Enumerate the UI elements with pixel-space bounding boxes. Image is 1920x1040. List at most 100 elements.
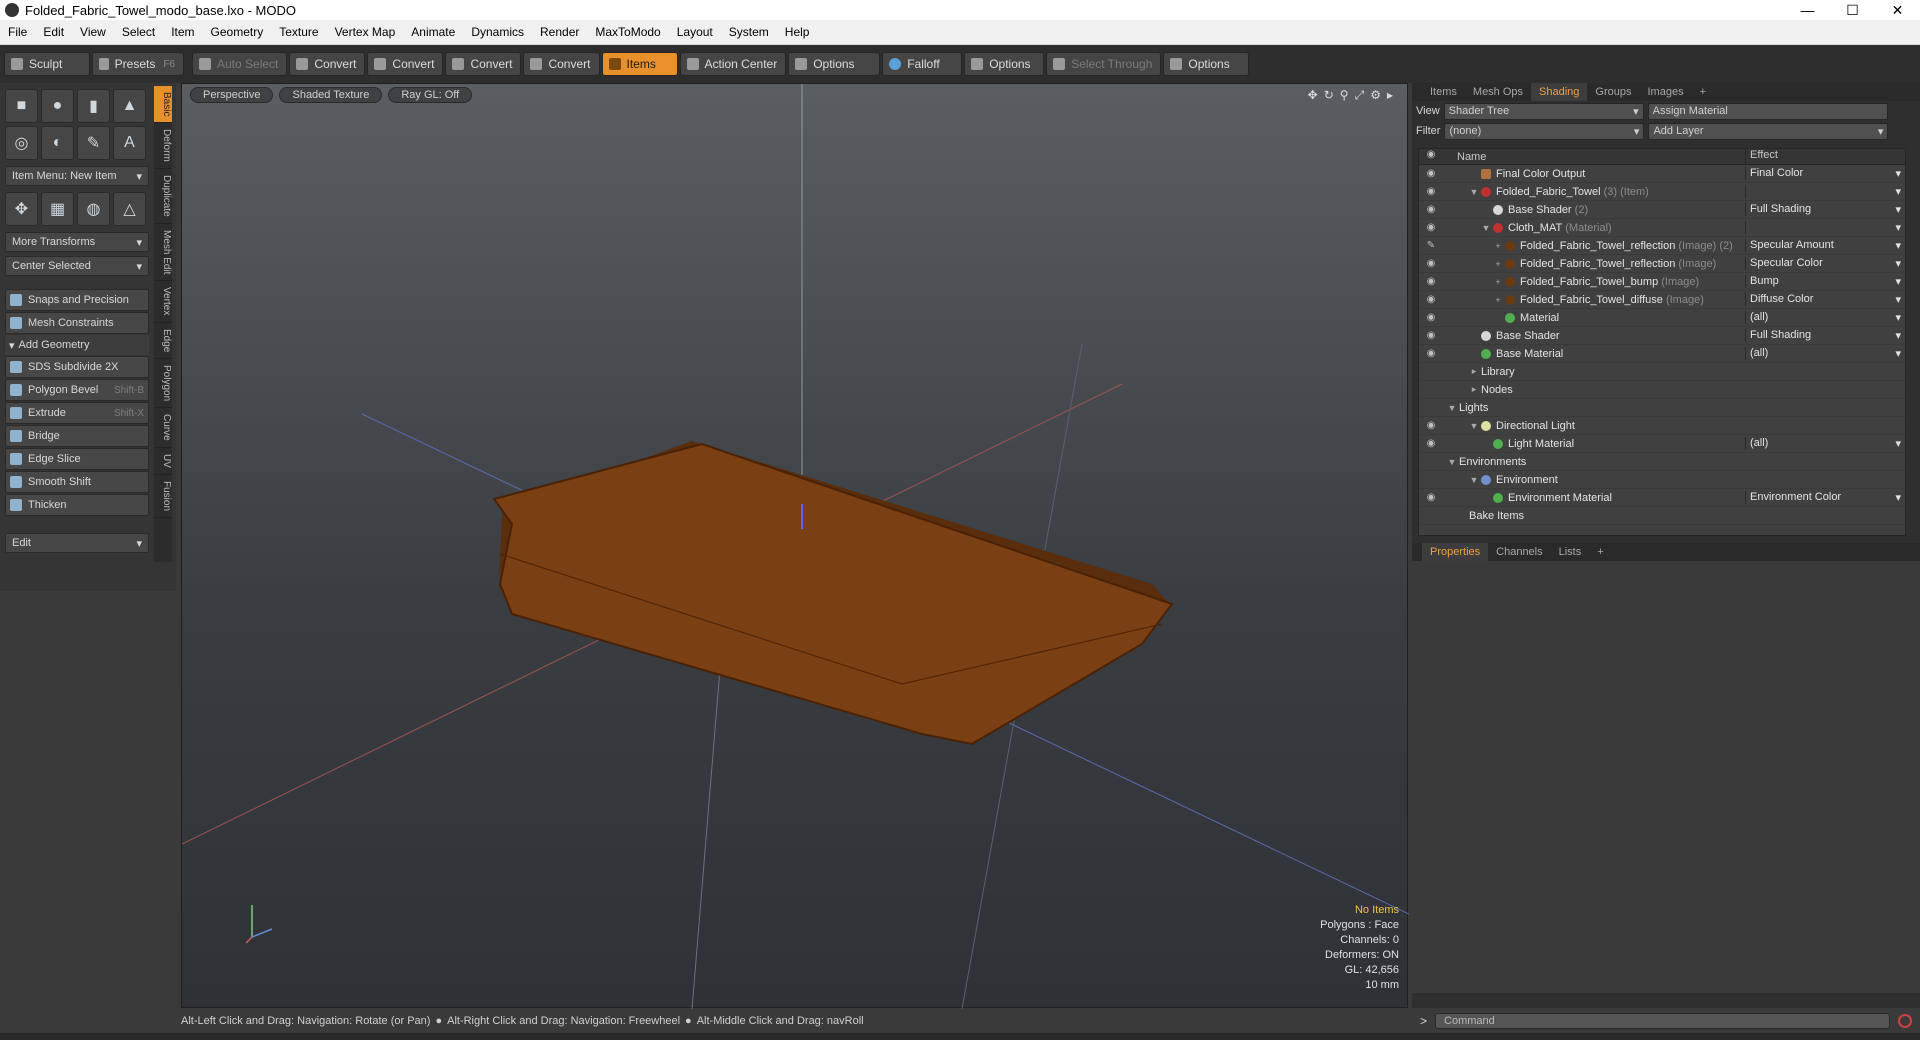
- tab-edge[interactable]: Edge: [154, 323, 172, 360]
- action-center-button[interactable]: Action Center: [679, 52, 787, 76]
- eye-icon[interactable]: ◉: [1419, 276, 1443, 287]
- eye-icon[interactable]: ◉: [1419, 348, 1443, 359]
- gear-icon[interactable]: ⚙: [1370, 88, 1381, 103]
- chevron-down-icon[interactable]: ▾: [1895, 221, 1901, 234]
- view-select[interactable]: Shader Tree ▾: [1443, 102, 1644, 120]
- tab-properties[interactable]: Properties: [1422, 543, 1489, 561]
- sds-subdivide-button[interactable]: SDS Subdivide 2X: [5, 356, 149, 378]
- plus-expand-icon[interactable]: +: [1493, 277, 1503, 287]
- zoom-icon[interactable]: ⚲: [1340, 88, 1349, 103]
- extrude-button[interactable]: Extrude Shift-X: [5, 402, 149, 424]
- menu-view[interactable]: View: [72, 25, 114, 39]
- more-transforms-dropdown[interactable]: More Transforms ▾: [5, 232, 149, 252]
- chevron-down-icon[interactable]: ▾: [1895, 203, 1901, 216]
- table-row[interactable]: ▼ Lights: [1419, 399, 1905, 417]
- edit-dropdown[interactable]: Edit ▾: [5, 533, 149, 553]
- pan-icon[interactable]: ✥: [1308, 88, 1318, 103]
- edge-slice-button[interactable]: Edge Slice: [5, 448, 149, 470]
- chevron-down-icon[interactable]: ▾: [1895, 347, 1901, 360]
- globe-icon[interactable]: ◍: [77, 192, 110, 226]
- expand-arrow-icon[interactable]: ▼: [1447, 403, 1457, 413]
- expand-arrow-icon[interactable]: ▼: [1481, 223, 1491, 233]
- auto-select-button[interactable]: Auto Select: [192, 52, 288, 76]
- tab-fusion[interactable]: Fusion: [154, 475, 172, 518]
- eye-icon[interactable]: ◉: [1419, 258, 1443, 269]
- rotate-icon[interactable]: ↻: [1324, 88, 1334, 103]
- menu-system[interactable]: System: [721, 25, 777, 39]
- tab-basic[interactable]: Basic: [154, 86, 172, 124]
- folder-arrow-icon[interactable]: ▸: [1469, 366, 1479, 377]
- grid-icon[interactable]: ▦: [41, 192, 74, 226]
- plus-expand-icon[interactable]: +: [1493, 295, 1503, 305]
- eye-icon[interactable]: ◉: [1419, 438, 1443, 449]
- convert-vertices-button[interactable]: Convert: [289, 52, 366, 76]
- eye-icon[interactable]: ◉: [1419, 492, 1443, 503]
- convert-edges-button[interactable]: Convert: [367, 52, 444, 76]
- chevron-down-icon[interactable]: ▾: [1895, 437, 1901, 450]
- table-row[interactable]: ◉ ▼ Folded_Fabric_Towel (3) (Item) ▾: [1419, 183, 1905, 201]
- tab-deform[interactable]: Deform: [154, 123, 172, 170]
- table-row[interactable]: ◉ Base Shader Full Shading ▾: [1419, 327, 1905, 345]
- table-row[interactable]: ▸ Library: [1419, 363, 1905, 381]
- eye-icon[interactable]: ◉: [1419, 312, 1443, 323]
- table-row[interactable]: ◉ Final Color Output Final Color ▾: [1419, 165, 1905, 183]
- chevron-down-icon[interactable]: ▾: [1895, 311, 1901, 324]
- chevron-down-icon[interactable]: ▾: [1895, 275, 1901, 288]
- smooth-shift-button[interactable]: Smooth Shift: [5, 471, 149, 493]
- eye-icon[interactable]: ◉: [1419, 420, 1443, 431]
- close-button[interactable]: ✕: [1875, 0, 1920, 20]
- tab-mesh-edit[interactable]: Mesh Edit: [154, 224, 172, 282]
- falloff-options-button[interactable]: Options: [964, 52, 1045, 76]
- transform-icon[interactable]: ✥: [5, 192, 38, 226]
- thicken-button[interactable]: Thicken: [5, 494, 149, 516]
- shading-mode-button[interactable]: Shaded Texture: [279, 87, 383, 103]
- tab-polygon[interactable]: Polygon: [154, 359, 172, 409]
- table-row[interactable]: ◉ Environment Material Environment Color ▾: [1419, 489, 1905, 507]
- select-through-button[interactable]: Select Through: [1046, 52, 1162, 76]
- menu-layout[interactable]: Layout: [669, 25, 721, 39]
- tab-channels[interactable]: Channels: [1488, 543, 1550, 561]
- chevron-down-icon[interactable]: ▾: [1895, 329, 1901, 342]
- tab-images[interactable]: Images: [1640, 83, 1692, 101]
- table-row[interactable]: ◉ Base Material (all) ▾: [1419, 345, 1905, 363]
- record-icon[interactable]: [1898, 1014, 1913, 1028]
- table-row[interactable]: ◉ + Folded_Fabric_Towel_reflection (Image)…: [1419, 255, 1905, 273]
- menu-render[interactable]: Render: [532, 25, 587, 39]
- presets-button[interactable]: Presets F6: [92, 52, 184, 76]
- table-row[interactable]: ◉ Material (all) ▾: [1419, 309, 1905, 327]
- table-row[interactable]: ▼ Environments: [1419, 453, 1905, 471]
- pyramid-icon[interactable]: △: [113, 192, 146, 226]
- capsule-icon[interactable]: ◐: [41, 126, 74, 160]
- items-mode-button[interactable]: Items: [601, 52, 678, 76]
- tab-vertex[interactable]: Vertex: [154, 281, 172, 323]
- mesh-constraints-button[interactable]: Mesh Constraints: [5, 312, 149, 334]
- text-icon[interactable]: A: [113, 126, 146, 160]
- cube-icon[interactable]: ■: [5, 89, 38, 123]
- tab-duplicate[interactable]: Duplicate: [154, 169, 172, 224]
- snaps-precision-button[interactable]: Snaps and Precision: [5, 289, 149, 311]
- perspective-button[interactable]: Perspective: [190, 87, 274, 103]
- add-geometry-section[interactable]: ▾ Add Geometry: [5, 335, 149, 355]
- add-layer-dropdown[interactable]: Add Layer ▾: [1648, 122, 1889, 140]
- menu-dynamics[interactable]: Dynamics: [463, 25, 532, 39]
- falloff-button[interactable]: Falloff: [882, 52, 963, 76]
- name-column-header[interactable]: Name: [1443, 149, 1745, 164]
- filter-select[interactable]: (none) ▾: [1444, 122, 1645, 140]
- cone-icon[interactable]: ▲: [113, 89, 146, 123]
- table-row[interactable]: ▼ Environment: [1419, 471, 1905, 489]
- sculpt-button[interactable]: Sculpt: [4, 52, 90, 76]
- pen-icon[interactable]: ✎: [77, 126, 110, 160]
- menu-item[interactable]: Item: [163, 25, 202, 39]
- bridge-button[interactable]: Bridge: [5, 425, 149, 447]
- polygon-bevel-button[interactable]: Polygon Bevel Shift-B: [5, 379, 149, 401]
- raygl-button[interactable]: Ray GL: Off: [388, 87, 473, 103]
- chevron-down-icon[interactable]: ▾: [1895, 491, 1901, 504]
- table-row[interactable]: Bake Items: [1419, 507, 1905, 525]
- menu-help[interactable]: Help: [777, 25, 818, 39]
- menu-vertex-map[interactable]: Vertex Map: [327, 25, 404, 39]
- chevron-down-icon[interactable]: ▾: [1895, 185, 1901, 198]
- add-tab-button[interactable]: +: [1589, 543, 1611, 561]
- eye-icon[interactable]: ◉: [1419, 330, 1443, 341]
- menu-edit[interactable]: Edit: [35, 25, 72, 39]
- item-menu-dropdown[interactable]: Item Menu: New Item ▾: [5, 166, 149, 186]
